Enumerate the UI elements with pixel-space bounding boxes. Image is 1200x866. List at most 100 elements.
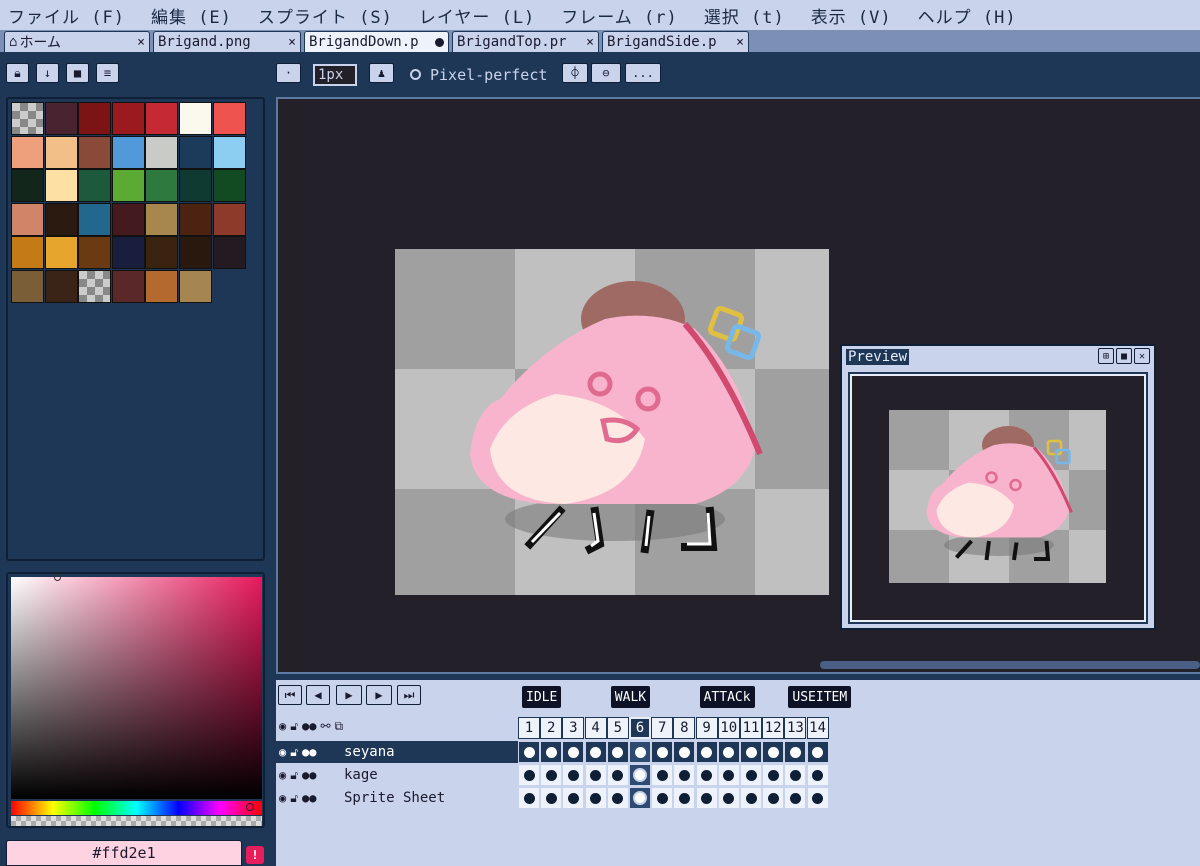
palette-swatch[interactable] — [145, 202, 179, 236]
cel[interactable] — [584, 787, 607, 809]
more-options-button[interactable]: ... — [625, 63, 661, 83]
frame-number[interactable]: 4 — [584, 717, 607, 739]
hex-color-field[interactable]: #ffd2e1 — [6, 840, 242, 866]
palette-swatch[interactable] — [78, 102, 112, 135]
palette-swatch[interactable] — [78, 270, 112, 303]
palette-swatch[interactable] — [111, 270, 145, 303]
palette-swatch[interactable] — [11, 202, 44, 236]
center-icon[interactable]: ⊞ — [1098, 348, 1114, 364]
cel[interactable] — [518, 741, 540, 763]
cel[interactable] — [540, 764, 563, 786]
ink-icon[interactable]: ♟ — [369, 63, 394, 83]
palette-swatch[interactable] — [179, 202, 212, 236]
tab-0[interactable]: ⌂ ホーム × — [4, 31, 150, 52]
palette-swatch[interactable] — [179, 270, 212, 303]
tab-4[interactable]: BrigandSide.p × — [602, 31, 749, 52]
continuous-icon[interactable]: ●● — [302, 719, 316, 734]
lock-icon[interactable]: 🔓︎ — [290, 719, 298, 734]
cel[interactable] — [740, 741, 762, 763]
palette-swatch[interactable] — [111, 236, 145, 270]
frame-number[interactable]: 1 — [518, 717, 540, 739]
palette-swatch[interactable] — [145, 270, 179, 303]
frame-number[interactable]: 7 — [651, 717, 674, 739]
frame-tag-walk[interactable]: WALK — [610, 686, 651, 708]
palette-swatch[interactable] — [145, 102, 179, 135]
frame-number[interactable]: 10 — [717, 717, 740, 739]
lock-icon[interactable]: 🔒︎ — [6, 63, 29, 83]
pixel-perfect-checkbox[interactable] — [410, 69, 421, 80]
palette-swatch[interactable] — [44, 135, 78, 169]
close-icon[interactable]: × — [736, 35, 744, 50]
cel[interactable] — [740, 764, 762, 786]
sort-down-icon[interactable]: ↓ — [36, 63, 59, 83]
palette-swatch[interactable] — [11, 135, 44, 169]
cel[interactable] — [784, 741, 807, 763]
alpha-slider[interactable] — [11, 816, 262, 826]
cel[interactable] — [806, 764, 829, 786]
cel[interactable] — [762, 741, 785, 763]
palette-swatch[interactable] — [212, 169, 246, 203]
layer-row[interactable]: ◉ 🔓︎ ●● kage — [276, 764, 518, 786]
cel[interactable] — [717, 764, 740, 786]
lock-icon[interactable]: 🔓︎ — [290, 768, 298, 783]
palette-swatch[interactable] — [78, 236, 112, 270]
frame-tag-idle[interactable]: IDLE — [522, 686, 562, 708]
eye-icon[interactable]: ◉ — [279, 745, 286, 760]
palette-swatch[interactable] — [44, 169, 78, 203]
palette-swatch[interactable] — [212, 236, 246, 270]
cel[interactable] — [673, 764, 696, 786]
menu-item-7[interactable]: ヘルプ (H) — [918, 3, 1017, 28]
palette-swatch[interactable] — [78, 169, 112, 203]
continuous-icon[interactable]: ●● — [302, 745, 316, 760]
layer-row[interactable]: ◉ 🔓︎ ●● seyana — [276, 741, 518, 763]
onion-skin-icon[interactable]: ⧉ — [335, 719, 344, 734]
lock-icon[interactable]: 🔓︎ — [290, 745, 298, 760]
frame-number[interactable]: 6 — [629, 717, 651, 739]
cel[interactable] — [784, 764, 807, 786]
tab-3[interactable]: BrigandTop.pr × — [452, 31, 599, 52]
palette-swatch[interactable] — [212, 135, 246, 169]
horizontal-scrollbar[interactable] — [820, 661, 1200, 669]
cel[interactable] — [673, 741, 696, 763]
cel[interactable] — [695, 764, 718, 786]
preview-window[interactable]: Preview ⊞ ■ ✕ — [840, 344, 1156, 630]
menu-item-0[interactable]: ファイル (F) — [8, 3, 125, 28]
cel[interactable] — [540, 787, 563, 809]
menu-item-2[interactable]: スプライト (S) — [258, 3, 393, 28]
lock-icon[interactable]: 🔓︎ — [290, 791, 298, 806]
palette-swatch[interactable] — [11, 169, 44, 203]
tab-1[interactable]: Brigand.png × — [153, 31, 301, 52]
close-icon[interactable]: × — [137, 35, 145, 50]
sv-cursor[interactable] — [54, 574, 61, 581]
frame-number[interactable]: 14 — [806, 717, 829, 739]
eye-icon[interactable]: ◉ — [279, 768, 286, 783]
cel[interactable] — [762, 764, 785, 786]
cel[interactable] — [695, 741, 718, 763]
cel[interactable] — [518, 764, 540, 786]
symmetry-vertical-icon[interactable]: ⌽ — [562, 63, 588, 83]
cel[interactable] — [651, 764, 674, 786]
link-icon[interactable]: ⚯ — [320, 719, 330, 734]
cel[interactable] — [629, 764, 651, 786]
palette-swatch[interactable] — [145, 236, 179, 270]
cel[interactable] — [584, 741, 607, 763]
menu-item-5[interactable]: 選択 (t) — [704, 3, 785, 28]
cel[interactable] — [518, 787, 540, 809]
continuous-icon[interactable]: ●● — [302, 768, 316, 783]
palette-swatch[interactable] — [111, 102, 145, 135]
menu-icon[interactable]: ≡ — [96, 63, 119, 83]
continuous-icon[interactable]: ●● — [302, 791, 316, 806]
palette-swatch[interactable] — [44, 102, 78, 135]
cel[interactable] — [562, 764, 585, 786]
cel[interactable] — [606, 787, 629, 809]
layer-row[interactable]: ◉ 🔓︎ ●● Sprite Sheet — [276, 787, 518, 809]
hue-cursor[interactable] — [246, 803, 254, 811]
sprite-canvas[interactable] — [395, 249, 829, 595]
palette-swatch[interactable] — [212, 202, 246, 236]
cel[interactable] — [717, 741, 740, 763]
frame-number[interactable]: 11 — [740, 717, 762, 739]
frame-tag-useitem[interactable]: USEITEM — [788, 686, 852, 708]
cel[interactable] — [651, 741, 674, 763]
palette-swatch[interactable] — [179, 102, 212, 135]
cel[interactable] — [740, 787, 762, 809]
